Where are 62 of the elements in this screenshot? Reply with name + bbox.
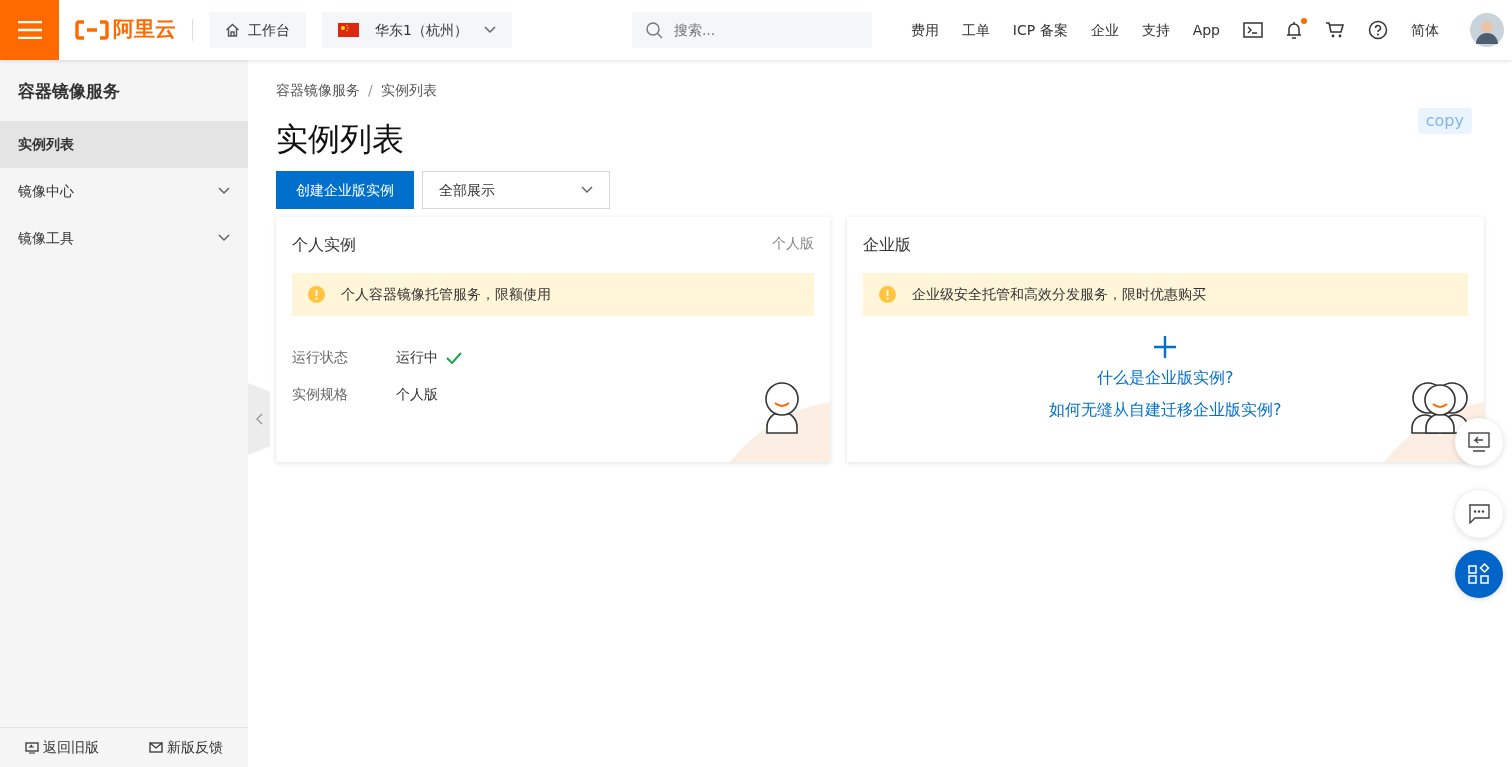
avatar-icon[interactable] bbox=[1470, 13, 1504, 47]
card-title: 个人实例 bbox=[292, 234, 356, 256]
field-label: 实例规格 bbox=[292, 385, 349, 404]
monitor-icon bbox=[25, 741, 39, 754]
warning-icon bbox=[308, 286, 325, 303]
bell-icon[interactable] bbox=[1286, 20, 1302, 40]
sidebar-item[interactable]: 镜像工具 bbox=[0, 214, 248, 262]
field-label: 运行状态 bbox=[292, 348, 349, 367]
notice-text: 企业级安全托管和高效分发服务，限时优惠购买 bbox=[911, 285, 1206, 304]
footer-link[interactable]: 返回旧版 bbox=[25, 737, 99, 758]
notice-text: 个人容器镜像托管服务，限额使用 bbox=[341, 285, 551, 304]
edition-tag: 个人版 bbox=[771, 233, 814, 257]
cart-icon[interactable] bbox=[1325, 21, 1345, 39]
chevron-down-icon bbox=[218, 187, 230, 195]
create-instance-button[interactable]: 创建企业版实例 bbox=[276, 171, 414, 209]
chat-icon bbox=[1468, 504, 1490, 524]
help-icon[interactable] bbox=[1368, 20, 1388, 40]
apps-icon bbox=[1468, 563, 1490, 585]
monitor-icon bbox=[1468, 432, 1490, 452]
chevron-left-icon bbox=[255, 413, 263, 425]
mail-icon bbox=[149, 742, 163, 753]
nav-link[interactable]: ICP 备案 bbox=[1012, 19, 1068, 41]
sidebar-title: 容器镜像服务 bbox=[17, 80, 121, 103]
nav-link[interactable]: 企业 bbox=[1090, 19, 1119, 41]
breadcrumb-item[interactable]: 容器镜像服务 bbox=[276, 80, 360, 101]
floating-button[interactable] bbox=[1455, 418, 1503, 466]
field-value: 个人版 bbox=[396, 385, 438, 404]
chat-button[interactable] bbox=[1455, 490, 1503, 538]
footer-link[interactable]: 新版反馈 bbox=[149, 737, 223, 758]
filter-select[interactable]: 全部展示 bbox=[422, 171, 610, 209]
region-select[interactable]: 华东1（杭州） bbox=[322, 12, 512, 48]
nav-link[interactable]: App bbox=[1192, 19, 1220, 41]
terminal-icon[interactable] bbox=[1243, 22, 1263, 38]
caret-icon bbox=[483, 26, 496, 34]
flag-icon bbox=[338, 23, 359, 37]
breadcrumb-item: 实例列表 bbox=[380, 81, 437, 100]
logo-text: 阿里云 bbox=[113, 16, 176, 44]
home-icon bbox=[225, 23, 240, 37]
card-title: 企业版 bbox=[862, 234, 911, 256]
language-link[interactable]: 简体 bbox=[1411, 19, 1439, 41]
search-field[interactable]: 搜索... bbox=[631, 12, 872, 48]
nav-link[interactable]: 费用 bbox=[910, 19, 939, 41]
menu-icon bbox=[17, 21, 42, 39]
workbench-button[interactable]: 工作台 bbox=[209, 12, 306, 48]
nav-link[interactable]: 工单 bbox=[961, 19, 990, 41]
user-illustration bbox=[762, 382, 801, 434]
menu-button[interactable] bbox=[0, 0, 59, 60]
logo-icon bbox=[75, 20, 109, 40]
sidebar-item[interactable]: 镜像中心 bbox=[0, 167, 248, 215]
help-link[interactable]: 如何无缝从自建迁移企业版实例? bbox=[1049, 398, 1282, 422]
help-link[interactable]: 什么是企业版实例? bbox=[1097, 366, 1234, 390]
group-illustration bbox=[1410, 382, 1470, 434]
breadcrumb-separator: / bbox=[368, 81, 373, 100]
warning-icon bbox=[878, 286, 896, 303]
caret-icon bbox=[581, 186, 593, 194]
sidebar-item[interactable]: 实例列表 bbox=[0, 120, 248, 168]
page-title: 实例列表 bbox=[276, 119, 404, 160]
field-value: 运行中 bbox=[396, 348, 438, 367]
nav-link[interactable]: 支持 bbox=[1141, 19, 1170, 41]
apps-button[interactable] bbox=[1455, 550, 1503, 598]
chevron-down-icon bbox=[218, 234, 230, 242]
plus-icon[interactable] bbox=[1154, 336, 1177, 358]
